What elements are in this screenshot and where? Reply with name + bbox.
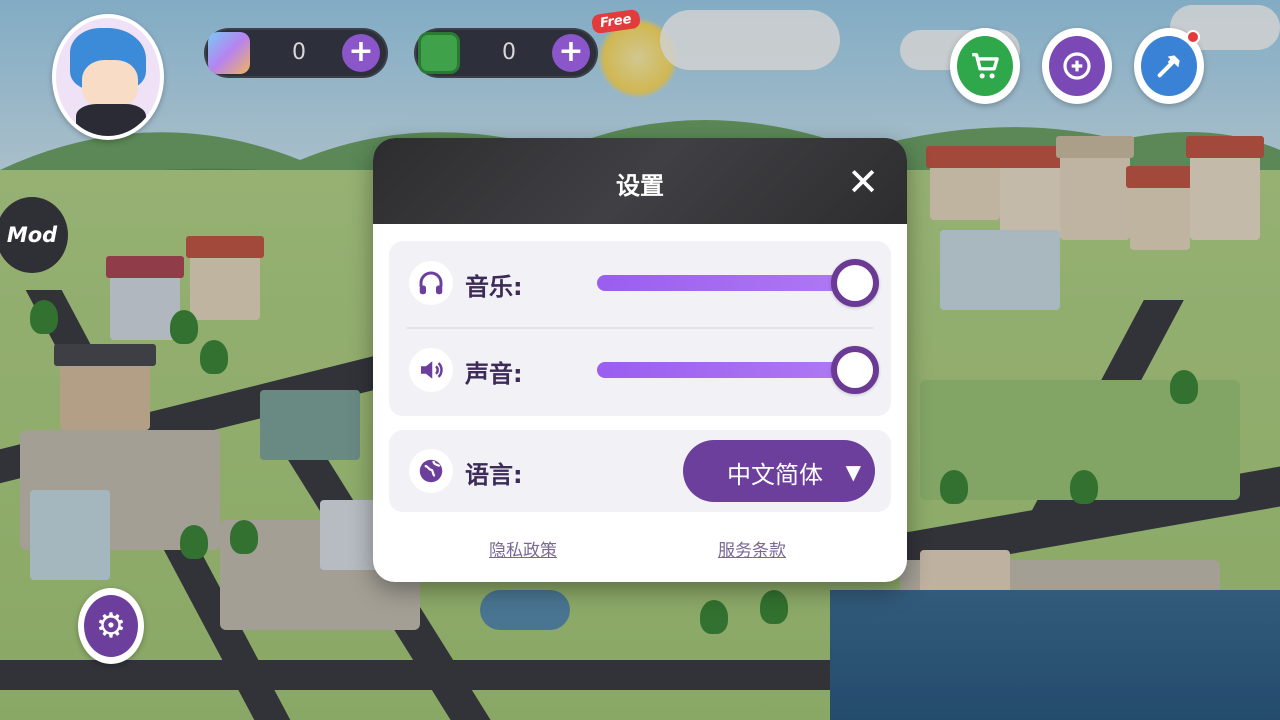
slider-fill <box>597 362 861 378</box>
sound-label: 声音: <box>465 360 523 388</box>
gems-value: 0 <box>292 40 306 65</box>
gem-icon <box>208 32 250 74</box>
music-volume-slider[interactable] <box>597 259 879 307</box>
dialog-title: 设置 <box>616 172 664 200</box>
shopping-cart-icon <box>957 36 1013 96</box>
notification-dot <box>1186 30 1200 44</box>
dialog-header: 设置 ✕ <box>373 138 907 224</box>
build-button[interactable] <box>1134 28 1204 104</box>
player-avatar[interactable] <box>52 14 164 140</box>
terms-of-service-link[interactable]: 服务条款 <box>718 536 786 561</box>
language-dropdown[interactable]: 中文简体 ▼ <box>683 440 875 502</box>
slider-fill <box>597 275 861 291</box>
cash-value: 0 <box>502 40 516 65</box>
slider-thumb[interactable] <box>831 259 879 307</box>
speaker-icon <box>409 348 453 392</box>
language-label: 语言: <box>465 461 523 489</box>
shop-button[interactable] <box>950 28 1020 104</box>
avatar-body <box>76 104 146 136</box>
gift-button[interactable] <box>1042 28 1112 104</box>
audio-settings-panel: 音乐: 声音: <box>389 241 891 416</box>
hammer-icon <box>1141 36 1197 96</box>
headphones-icon <box>409 261 453 305</box>
close-button[interactable]: ✕ <box>843 162 883 202</box>
gift-icon <box>1049 36 1105 96</box>
language-value: 中文简体 <box>727 461 823 489</box>
globe-icon <box>409 449 453 493</box>
sound-volume-slider[interactable] <box>597 346 879 394</box>
avatar-face <box>82 60 138 108</box>
add-gems-button[interactable]: + <box>342 34 380 72</box>
add-cash-button[interactable]: + <box>552 34 590 72</box>
music-label: 音乐: <box>465 273 523 301</box>
cash-icon <box>418 32 460 74</box>
divider <box>407 327 873 329</box>
gems-counter: 0 + <box>204 28 388 78</box>
chevron-down-icon: ▼ <box>845 460 861 484</box>
settings-dialog: 设置 ✕ 音乐: 声音: 语言: 中文简体 ▼ 隐私政策 服务条款 <box>373 138 907 582</box>
settings-button[interactable]: ⚙ <box>78 588 144 664</box>
gear-icon: ⚙ <box>84 595 138 657</box>
cash-counter: 0 + <box>414 28 598 78</box>
slider-thumb[interactable] <box>831 346 879 394</box>
language-settings-panel: 语言: 中文简体 ▼ <box>389 430 891 512</box>
privacy-policy-link[interactable]: 隐私政策 <box>489 536 557 561</box>
